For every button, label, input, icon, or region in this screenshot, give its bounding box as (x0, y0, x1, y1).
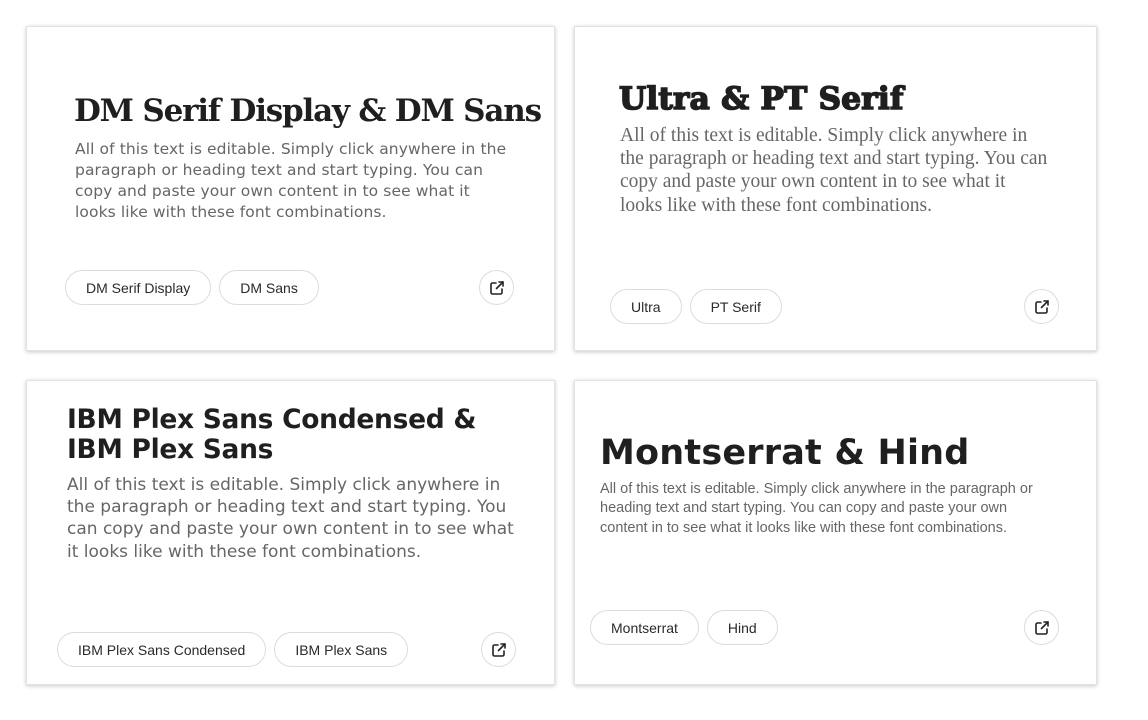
font-tag[interactable]: DM Serif Display (65, 270, 212, 305)
font-tag[interactable]: DM Sans (219, 270, 319, 305)
font-pair-card: DM Serif Display & DM Sans All of this t… (26, 26, 555, 351)
font-tag[interactable]: Montserrat (590, 610, 699, 645)
font-tag[interactable]: Hind (706, 610, 778, 645)
card-heading[interactable]: Ultra & PT Serif (618, 80, 904, 118)
external-link-icon (489, 280, 504, 295)
external-link-icon (491, 642, 506, 657)
card-heading[interactable]: DM Serif Display & DM Sans (74, 93, 542, 129)
card-heading[interactable]: Montserrat & Hind (600, 433, 970, 473)
font-tag[interactable]: IBM Plex Sans Condensed (57, 632, 267, 667)
font-pair-card: Ultra & PT Serif All of this text is edi… (574, 26, 1097, 351)
font-tags: Montserrat Hind (590, 610, 778, 645)
font-tag[interactable]: IBM Plex Sans (274, 632, 409, 667)
external-link-icon (1034, 299, 1049, 314)
card-paragraph[interactable]: All of this text is editable. Simply cli… (75, 139, 515, 223)
font-tags: IBM Plex Sans Condensed IBM Plex Sans (57, 632, 409, 667)
font-tags: Ultra PT Serif (610, 289, 782, 324)
card-paragraph[interactable]: All of this text is editable. Simply cli… (67, 474, 515, 563)
open-pairing-button[interactable] (1024, 289, 1059, 324)
font-pair-card: IBM Plex Sans Condensed & IBM Plex Sans … (26, 380, 555, 685)
open-pairing-button[interactable] (479, 270, 514, 305)
open-pairing-button[interactable] (1024, 610, 1059, 645)
font-pair-card: Montserrat & Hind All of this text is ed… (574, 380, 1097, 685)
card-paragraph[interactable]: All of this text is editable. Simply cli… (600, 480, 1040, 538)
font-tags: DM Serif Display DM Sans (65, 270, 319, 305)
font-tag[interactable]: PT Serif (689, 289, 782, 324)
card-paragraph[interactable]: All of this text is editable. Simply cli… (620, 124, 1050, 217)
card-heading[interactable]: IBM Plex Sans Condensed & IBM Plex Sans (67, 405, 527, 465)
external-link-icon (1034, 620, 1049, 635)
open-pairing-button[interactable] (481, 632, 516, 667)
font-tag[interactable]: Ultra (610, 289, 682, 324)
